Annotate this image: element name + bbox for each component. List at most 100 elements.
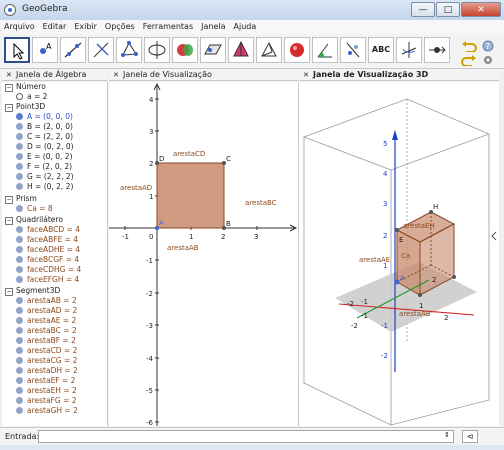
list-item[interactable]: arestaBF = 2	[2, 336, 76, 346]
list-item[interactable]: arestaAE = 2	[2, 316, 76, 326]
list-item[interactable]: faceABCD = 4	[2, 225, 80, 235]
visibility-toggle-icon[interactable]	[16, 297, 23, 304]
angle-tool-button[interactable]	[312, 37, 338, 63]
list-item[interactable]: faceBCGF = 4	[2, 255, 79, 265]
rotate-view-tool-button[interactable]	[396, 37, 422, 63]
group-header-quadrilatero[interactable]: − Quadrilátero	[2, 215, 63, 225]
redo-icon[interactable]	[460, 54, 478, 66]
collapse-toggle-icon[interactable]: −	[5, 288, 13, 296]
input-history-dropdown-icon[interactable]: ⇕	[444, 431, 450, 439]
collapse-toggle-icon[interactable]: −	[5, 217, 13, 225]
view3d-canvas[interactable]: 5 4 3 2 1 -1 -2 -1 -2 1 2 2 -1 -2 aresta…	[299, 82, 499, 426]
visibility-toggle-icon[interactable]	[16, 143, 23, 150]
help-icon[interactable]: ?	[482, 40, 494, 52]
visibility-toggle-icon[interactable]	[16, 236, 23, 243]
list-item[interactable]: arestaEF = 2	[2, 376, 75, 386]
group-header-numero[interactable]: − Número	[2, 82, 46, 92]
visibility-toggle-icon[interactable]	[16, 307, 23, 314]
list-item[interactable]: E = (0, 0, 2)	[2, 152, 73, 162]
menu-arquivo[interactable]: Arquivo	[0, 20, 39, 34]
visibility-toggle-icon[interactable]	[16, 377, 23, 384]
visibility-toggle-icon[interactable]	[16, 246, 23, 253]
settings-gear-icon[interactable]	[482, 54, 494, 66]
list-item[interactable]: arestaEH = 2	[2, 386, 77, 396]
visibility-toggle-icon[interactable]	[16, 93, 23, 100]
group-header-point3d[interactable]: − Point3D	[2, 102, 45, 112]
list-item[interactable]: A = (0, 0, 0)	[2, 112, 73, 122]
input-field[interactable]	[38, 430, 454, 443]
view3d[interactable]: 5 4 3 2 1 -1 -2 -1 -2 1 2 2 -1 -2 aresta…	[299, 82, 499, 426]
list-item[interactable]: arestaDH = 2	[2, 366, 78, 376]
visibility-toggle-icon[interactable]	[16, 276, 23, 283]
visibility-toggle-icon[interactable]	[16, 397, 23, 404]
visibility-toggle-icon[interactable]	[16, 133, 23, 140]
menu-ferramentas[interactable]: Ferramentas	[139, 20, 197, 34]
menu-editar[interactable]: Editar	[39, 20, 71, 34]
visibility-toggle-icon[interactable]	[16, 357, 23, 364]
list-item[interactable]: H = (0, 2, 2)	[2, 182, 73, 192]
undo-icon[interactable]	[460, 40, 478, 52]
menu-janela[interactable]: Janela	[197, 20, 229, 34]
point-a-3d[interactable]	[394, 279, 400, 285]
list-item[interactable]: D = (0, 2, 0)	[2, 142, 74, 152]
visibility-toggle-icon[interactable]	[16, 153, 23, 160]
pyramid-tool-button[interactable]	[228, 37, 254, 63]
minimize-button[interactable]: —	[411, 2, 435, 17]
visibility-toggle-icon[interactable]	[16, 163, 23, 170]
sphere-tool-button[interactable]	[284, 37, 310, 63]
collapse-arrow-icon[interactable]	[491, 231, 497, 241]
collapse-toggle-icon[interactable]: −	[5, 104, 13, 112]
list-item[interactable]: faceEFGH = 4	[2, 275, 79, 285]
list-item[interactable]: arestaFG = 2	[2, 396, 77, 406]
point-b-3d[interactable]	[418, 293, 422, 297]
list-item[interactable]: arestaCG = 2	[2, 356, 77, 366]
maximize-button[interactable]: □	[436, 2, 460, 17]
visibility-toggle-icon[interactable]	[16, 173, 23, 180]
list-item[interactable]: B = (2, 0, 0)	[2, 122, 73, 132]
graphics-view[interactable]: -1 1 2 3 0 4 3 2 1 -1 -2 -3 -4 -5 -6 A B…	[109, 82, 299, 426]
visibility-toggle-icon[interactable]	[16, 256, 23, 263]
list-item[interactable]: F = (2, 0, 2)	[2, 162, 72, 172]
collapse-toggle-icon[interactable]: −	[5, 84, 13, 92]
circle-axis-tool-button[interactable]	[144, 37, 170, 63]
list-item[interactable]: arestaBC = 2	[2, 326, 77, 336]
visibility-toggle-icon[interactable]	[16, 387, 23, 394]
visibility-toggle-icon[interactable]	[16, 183, 23, 190]
list-item[interactable]: faceCDHG = 4	[2, 265, 81, 275]
collapse-toggle-icon[interactable]: −	[5, 196, 13, 204]
point-tool-button[interactable]: A	[32, 37, 58, 63]
visibility-toggle-icon[interactable]	[16, 317, 23, 324]
visibility-toggle-icon[interactable]	[16, 205, 23, 212]
list-item[interactable]: Ca = 8	[2, 204, 53, 214]
menu-ajuda[interactable]: Ajuda	[230, 20, 261, 34]
view-direction-tool-button[interactable]	[424, 37, 450, 63]
close-button[interactable]: ✕	[461, 2, 501, 17]
polygon-tool-button[interactable]	[116, 37, 142, 63]
intersect-tool-button[interactable]	[172, 37, 198, 63]
visibility-toggle-icon[interactable]	[16, 113, 23, 120]
list-item[interactable]: faceABFE = 4	[2, 235, 78, 245]
line-tool-button[interactable]	[60, 37, 86, 63]
input-help-button[interactable]: ⊲	[462, 430, 478, 443]
list-item[interactable]: arestaCD = 2	[2, 346, 77, 356]
prism-tool-button[interactable]	[256, 37, 282, 63]
graphics-canvas[interactable]: -1 1 2 3 0 4 3 2 1 -1 -2 -3 -4 -5 -6 A B…	[109, 82, 298, 426]
reflect-tool-button[interactable]	[340, 37, 366, 63]
face-abcd[interactable]	[156, 162, 225, 229]
list-item[interactable]: G = (2, 2, 2)	[2, 172, 74, 182]
point-c-3d[interactable]	[452, 275, 456, 279]
group-header-segment3d[interactable]: − Segment3D	[2, 286, 60, 296]
group-header-prism[interactable]: − Prism	[2, 194, 37, 204]
list-item[interactable]: a = 2	[2, 92, 47, 102]
list-item[interactable]: arestaAB = 2	[2, 296, 77, 306]
perpendicular-tool-button[interactable]	[88, 37, 114, 63]
close-panel-icon[interactable]: ✕	[6, 69, 12, 81]
visibility-toggle-icon[interactable]	[16, 367, 23, 374]
list-item[interactable]: arestaAD = 2	[2, 306, 77, 316]
close-panel-icon[interactable]: ✕	[113, 69, 119, 81]
visibility-toggle-icon[interactable]	[16, 347, 23, 354]
move-tool-button[interactable]	[4, 37, 30, 63]
text-tool-button[interactable]: ABC	[368, 37, 394, 63]
visibility-toggle-icon[interactable]	[16, 123, 23, 130]
menu-exibir[interactable]: Exibir	[70, 20, 101, 34]
